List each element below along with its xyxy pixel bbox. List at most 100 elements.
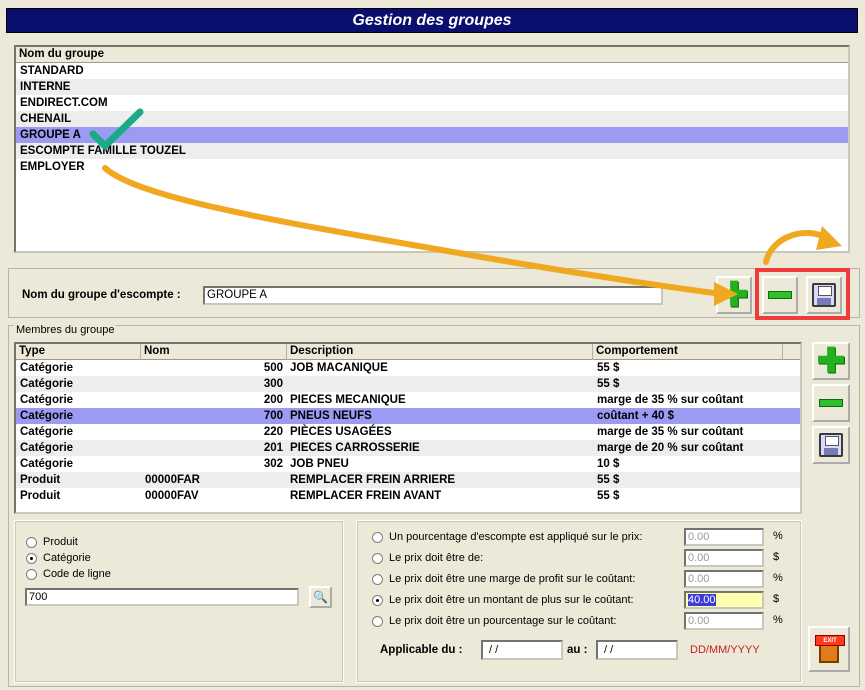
unit-label: $ bbox=[773, 593, 780, 605]
add-group-button[interactable]: ✚ bbox=[716, 276, 752, 314]
column-header-description[interactable]: Description bbox=[287, 344, 593, 360]
member-table-row[interactable]: Catégorie 302 JOB PNEU 10 $ bbox=[16, 456, 800, 472]
highlight-annotation-box bbox=[755, 268, 850, 320]
member-nom-cell: 200 bbox=[263, 394, 283, 406]
discount-option-2[interactable]: Le prix doit être de: bbox=[372, 552, 483, 564]
radio-button[interactable] bbox=[372, 594, 383, 606]
members-grid[interactable]: Type Nom Description Comportement Catégo… bbox=[14, 342, 802, 514]
discount-value-input[interactable]: 0.00 bbox=[684, 570, 764, 588]
radio-label: Catégorie bbox=[43, 552, 91, 564]
member-table-row[interactable]: Catégorie 700 PNEUS NEUFS coûtant + 40 $ bbox=[16, 408, 800, 424]
date-format-hint: DD/MM/YYYY bbox=[690, 644, 760, 656]
group-name-cell: STANDARD bbox=[20, 65, 84, 77]
group-list-item[interactable]: ESCOMPTE FAMILLE TOUZEL bbox=[16, 143, 848, 159]
radio-code-de-ligne[interactable]: Code de ligne bbox=[26, 568, 111, 580]
radio-button[interactable] bbox=[26, 568, 37, 580]
member-description-cell: REMPLACER FREIN ARRIERE bbox=[290, 474, 456, 486]
group-name-cell: GROUPE A bbox=[20, 129, 81, 141]
member-comportement-cell: marge de 20 % sur coûtant bbox=[597, 442, 744, 454]
discount-option-label: Le prix doit être de: bbox=[389, 552, 484, 564]
radio-button[interactable] bbox=[372, 552, 383, 564]
group-name-cell: EMPLOYER bbox=[20, 161, 85, 173]
discount-value-text: 0.00 bbox=[688, 531, 710, 543]
date-to-input[interactable]: / / bbox=[596, 640, 678, 660]
member-type-cell: Produit bbox=[20, 490, 61, 502]
members-grid-header[interactable]: Type Nom Description Comportement bbox=[16, 344, 800, 360]
member-table-row[interactable]: Catégorie 200 PIECES MECANIQUE marge de 35 … bbox=[16, 392, 800, 408]
member-type-cell: Catégorie bbox=[20, 442, 74, 454]
lookup-button[interactable]: 🔍 bbox=[309, 586, 332, 608]
member-table-row[interactable]: Catégorie 300 55 $ bbox=[16, 376, 800, 392]
radio-button[interactable] bbox=[372, 615, 383, 627]
group-name-cell: CHENAIL bbox=[20, 113, 72, 125]
exit-door-icon: EXIT bbox=[815, 635, 845, 663]
member-type-cell: Catégorie bbox=[20, 378, 74, 390]
discount-option-3[interactable]: Le prix doit être une marge de profit su… bbox=[372, 573, 635, 585]
group-name-cell: ESCOMPTE FAMILLE TOUZEL bbox=[20, 145, 186, 157]
discount-option-5[interactable]: Le prix doit être un pourcentage sur le … bbox=[372, 615, 616, 627]
applicable-from-label: Applicable du : bbox=[380, 644, 463, 656]
member-comportement-cell: marge de 35 % sur coûtant bbox=[597, 426, 744, 438]
member-nom-cell: 00000FAV bbox=[145, 490, 199, 502]
remove-member-button[interactable] bbox=[812, 384, 850, 422]
discount-value-text: 40.00 bbox=[688, 594, 716, 606]
discount-option-label: Le prix doit être un montant de plus sur… bbox=[389, 594, 634, 606]
member-table-row[interactable]: Catégorie 201 PIECES CARROSSERIE marge de 2… bbox=[16, 440, 800, 456]
groups-list[interactable]: Nom du groupe STANDARD INTERNE ENDIRECT.CO… bbox=[14, 45, 850, 253]
plus-icon: ✚ bbox=[816, 342, 846, 380]
member-comportement-cell: 55 $ bbox=[597, 474, 620, 486]
column-header-group-name[interactable]: Nom du groupe bbox=[16, 47, 848, 63]
group-list-item[interactable]: GROUPE A bbox=[16, 127, 848, 143]
member-table-row[interactable]: Produit 00000FAR REMPLACER FREIN ARRIERE 55… bbox=[16, 472, 800, 488]
member-table-row[interactable]: Catégorie 500 JOB MACANIQUE 55 $ bbox=[16, 360, 800, 376]
discount-option-label: Le prix doit être un pourcentage sur le … bbox=[389, 615, 617, 627]
code-input[interactable]: 700 bbox=[25, 588, 299, 606]
radio-button[interactable] bbox=[372, 573, 383, 585]
discount-option-1[interactable]: Un pourcentage d'escompte est appliqué s… bbox=[372, 531, 642, 543]
group-list-item[interactable]: CHENAIL bbox=[16, 111, 848, 127]
member-comportement-cell: coûtant + 40 $ bbox=[597, 410, 675, 422]
floppy-disk-icon bbox=[819, 433, 843, 457]
group-name-input[interactable]: GROUPE A bbox=[203, 286, 663, 305]
date-from-input[interactable]: / / bbox=[481, 640, 563, 660]
discount-value-input[interactable]: 0.00 bbox=[684, 528, 764, 546]
search-icon: 🔍 bbox=[313, 590, 328, 604]
minus-icon bbox=[819, 399, 843, 407]
member-comportement-cell: 55 $ bbox=[597, 362, 620, 374]
exit-button[interactable]: EXIT bbox=[808, 626, 850, 672]
save-member-button[interactable] bbox=[812, 426, 850, 464]
discount-value-text: 0.00 bbox=[688, 615, 710, 627]
member-nom-cell: 500 bbox=[263, 362, 283, 374]
members-caption: Membres du groupe bbox=[14, 324, 117, 336]
radio-categorie[interactable]: Catégorie bbox=[26, 552, 91, 564]
discount-value-input[interactable]: 0.00 bbox=[684, 549, 764, 567]
member-table-row[interactable]: Catégorie 220 PIÈCES USAGÉES marge de 35 % … bbox=[16, 424, 800, 440]
radio-produit[interactable]: Produit bbox=[26, 536, 78, 548]
unit-label: $ bbox=[773, 551, 780, 563]
group-list-item[interactable]: STANDARD bbox=[16, 63, 848, 79]
radio-button[interactable] bbox=[26, 536, 37, 548]
radio-button[interactable] bbox=[26, 552, 37, 564]
member-description-cell: JOB PNEU bbox=[290, 458, 349, 470]
radio-label: Produit bbox=[43, 536, 78, 548]
member-comportement-cell: marge de 35 % sur coûtant bbox=[597, 394, 744, 406]
member-type-cell: Catégorie bbox=[20, 458, 74, 470]
groups-list-header[interactable]: Nom du groupe bbox=[16, 47, 848, 63]
member-table-row[interactable]: Produit 00000FAV REMPLACER FREIN AVANT 55 $ bbox=[16, 488, 800, 504]
discount-option-4[interactable]: Le prix doit être un montant de plus sur… bbox=[372, 594, 634, 606]
group-list-item[interactable]: EMPLOYER bbox=[16, 159, 848, 175]
group-name-label: Nom du groupe d'escompte : bbox=[22, 289, 181, 301]
group-list-item[interactable]: INTERNE bbox=[16, 79, 848, 95]
column-header-nom[interactable]: Nom bbox=[141, 344, 287, 360]
add-member-button[interactable]: ✚ bbox=[812, 342, 850, 380]
column-header-comportement[interactable]: Comportement bbox=[593, 344, 783, 360]
group-list-item[interactable]: ENDIRECT.COM bbox=[16, 95, 848, 111]
unit-label: % bbox=[773, 614, 783, 626]
radio-button[interactable] bbox=[372, 531, 383, 543]
discount-value-input[interactable]: 40.00 bbox=[684, 591, 764, 609]
member-type-cell: Catégorie bbox=[20, 362, 74, 374]
column-header-type[interactable]: Type bbox=[16, 344, 141, 360]
discount-value-input[interactable]: 0.00 bbox=[684, 612, 764, 630]
group-name-cell: ENDIRECT.COM bbox=[20, 97, 108, 109]
member-description-cell: JOB MACANIQUE bbox=[290, 362, 388, 374]
